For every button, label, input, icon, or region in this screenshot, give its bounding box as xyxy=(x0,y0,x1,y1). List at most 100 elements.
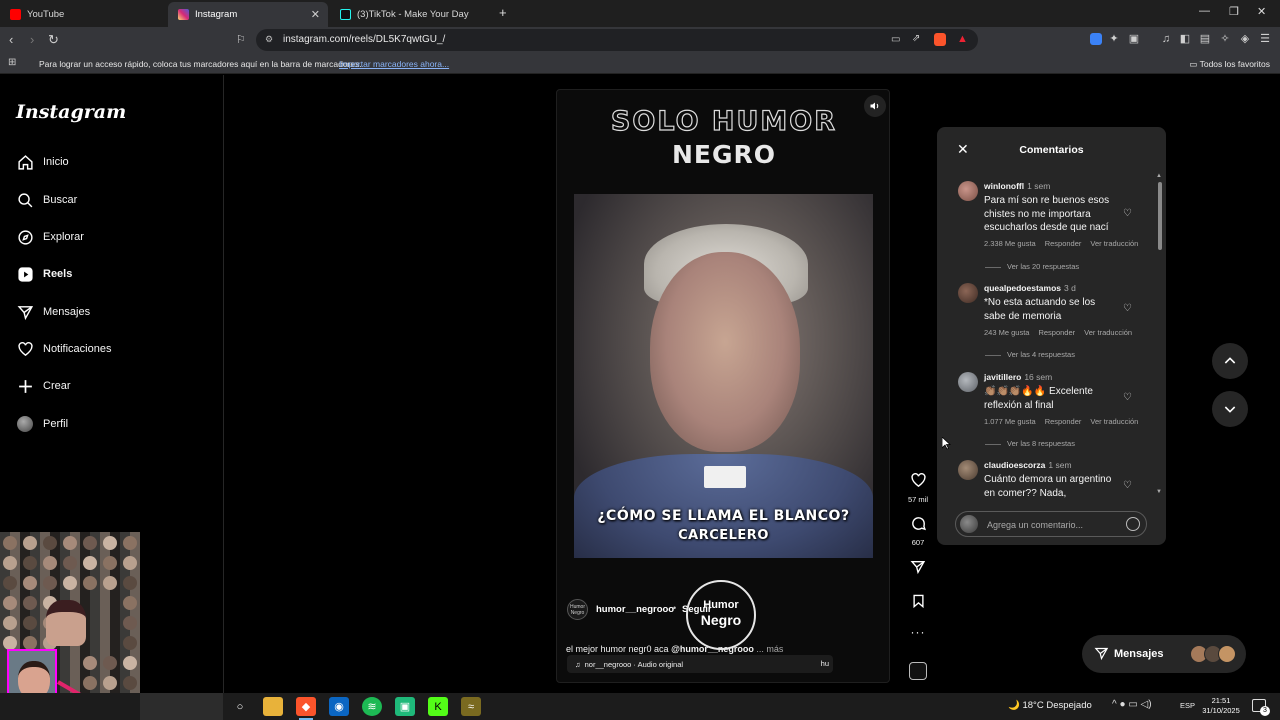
file-explorer-icon[interactable] xyxy=(263,697,283,716)
comments-scrollbar[interactable] xyxy=(1158,182,1162,250)
kick-icon[interactable]: K xyxy=(428,697,448,716)
translate-button[interactable]: Ver traducción xyxy=(1084,328,1132,337)
minimize-icon[interactable]: — xyxy=(1199,5,1210,17)
back-icon[interactable]: ‹ xyxy=(9,32,13,47)
mute-button[interactable] xyxy=(864,95,886,117)
sidebar-item-inicio[interactable]: Inicio xyxy=(16,150,69,174)
translate-button[interactable]: Ver traducción xyxy=(1090,417,1138,426)
youtube-icon xyxy=(10,9,21,20)
close-window-icon[interactable]: ✕ xyxy=(1257,5,1266,18)
comment-like-icon[interactable]: ♡ xyxy=(1123,208,1132,219)
comments-title: Comentarios xyxy=(1019,144,1084,156)
brave-icon[interactable]: ◆ xyxy=(296,697,316,720)
comment-like-icon[interactable]: ♡ xyxy=(1123,480,1132,491)
comment-author[interactable]: quealpedoestamos 3 d xyxy=(984,283,1076,293)
brave-shield-icon[interactable] xyxy=(934,33,946,46)
commenter-avatar[interactable] xyxy=(958,460,978,480)
leo-ai-icon[interactable]: ✧ xyxy=(1219,33,1231,45)
reply-button[interactable]: Responder xyxy=(1045,417,1082,426)
comment-input[interactable] xyxy=(987,517,1122,532)
taskbar-search[interactable] xyxy=(140,693,223,720)
close-tab-icon[interactable]: ✕ xyxy=(311,8,320,21)
comment-likes[interactable]: 1.077 Me gusta xyxy=(984,417,1036,426)
vpn-icon[interactable]: ◈ xyxy=(1239,33,1251,45)
scroll-up-arrow-icon[interactable]: ▲ xyxy=(1156,173,1162,179)
task-view-icon[interactable]: ○ xyxy=(230,697,250,716)
site-info-icon[interactable]: ⚙ xyxy=(265,34,273,45)
view-replies-button[interactable]: Ver las 20 respuestas xyxy=(985,262,1079,271)
comment-author[interactable]: javitillero 16 sem xyxy=(984,372,1052,382)
caption-more-link[interactable]: ... más xyxy=(754,644,783,654)
previous-reel-button[interactable] xyxy=(1212,343,1248,379)
new-tab-button[interactable]: + xyxy=(499,5,507,20)
bookmark-icon[interactable]: ⚐ xyxy=(236,33,246,46)
apps-grid-icon[interactable]: ⊞ xyxy=(8,57,16,68)
like-button[interactable]: 57 mil xyxy=(905,472,931,504)
import-bookmarks-link[interactable]: Importar marcadores ahora... xyxy=(339,59,449,69)
reload-icon[interactable]: ↻ xyxy=(48,32,59,48)
media-icon[interactable]: ♫ xyxy=(1160,33,1172,45)
app-icon[interactable]: ▣ xyxy=(395,697,415,716)
commenter-avatar[interactable] xyxy=(958,283,978,303)
commenter-avatar[interactable] xyxy=(958,181,978,201)
comment-author[interactable]: claudioescorza 1 sem xyxy=(984,460,1072,470)
comment-author[interactable]: winlonoffl 1 sem xyxy=(984,181,1050,191)
share-button[interactable] xyxy=(905,559,931,580)
cast-icon[interactable]: ▭ xyxy=(891,34,900,45)
restore-icon[interactable]: ❐ xyxy=(1229,5,1239,18)
audio-track[interactable]: ♫ nor__negrooo · Audio original hu xyxy=(567,655,833,673)
view-replies-button[interactable]: Ver las 8 respuestas xyxy=(985,439,1075,448)
brave-rewards-icon[interactable]: ▲ xyxy=(957,33,968,45)
messages-button[interactable]: Mensajes xyxy=(1082,635,1246,673)
comment-likes[interactable]: 243 Me gusta xyxy=(984,328,1029,337)
url-bar[interactable]: ⚙ instagram.com/reels/DL5K7qwtGU_/ ▭ ⇗ ▲ xyxy=(256,29,978,51)
emoji-icon[interactable] xyxy=(1126,517,1140,531)
scroll-down-arrow-icon[interactable]: ▼ xyxy=(1156,489,1162,495)
reply-button[interactable]: Responder xyxy=(1045,239,1082,248)
sidebar-item-crear[interactable]: Crear xyxy=(16,374,71,398)
reply-button[interactable]: Responder xyxy=(1038,328,1075,337)
clock[interactable]: 21:51 31/10/2025 xyxy=(1199,696,1243,716)
sidebar-icon[interactable]: ◧ xyxy=(1179,33,1191,45)
sidebar-item-buscar[interactable]: Buscar xyxy=(16,188,77,212)
extensions-icon[interactable]: ✦ xyxy=(1108,33,1120,45)
tab-youtube[interactable]: YouTube xyxy=(0,2,168,27)
instagram-logo[interactable]: Instagram xyxy=(16,101,126,123)
extension-badge-icon[interactable] xyxy=(1090,33,1102,45)
commenter-avatar[interactable] xyxy=(958,372,978,392)
sidebar-item-reels[interactable]: Reels xyxy=(16,262,72,286)
view-replies-button[interactable]: Ver las 4 respuestas xyxy=(985,350,1075,359)
sidebar-item-perfil[interactable]: Perfil xyxy=(16,412,68,436)
translate-button[interactable]: Ver traducción xyxy=(1090,239,1138,248)
system-tray[interactable]: ^ ● ▭ ◁) xyxy=(1112,699,1152,710)
more-options-icon[interactable]: ··· xyxy=(905,625,931,639)
language-indicator[interactable]: ESP xyxy=(1180,701,1195,710)
wallet-icon[interactable]: ▤ xyxy=(1199,33,1211,45)
app-icon[interactable]: ≈ xyxy=(461,697,481,716)
screenshot-icon[interactable]: ▣ xyxy=(1128,33,1140,45)
sidebar-item-mensajes[interactable]: Mensajes xyxy=(16,300,90,324)
all-favorites-button[interactable]: ▭ Todos los favoritos xyxy=(1189,59,1270,70)
weather-widget[interactable]: 🌙 18°C Despejado xyxy=(1008,700,1092,711)
webcam-mosaic-tile xyxy=(123,576,137,590)
comment-like-icon[interactable]: ♡ xyxy=(1123,303,1132,314)
tab-tiktok[interactable]: (3)TikTok - Make Your Day xyxy=(330,2,490,27)
next-reel-button[interactable] xyxy=(1212,391,1248,427)
audio-thumbnail[interactable] xyxy=(905,662,931,685)
comment-like-icon[interactable]: ♡ xyxy=(1123,392,1132,403)
tab-instagram[interactable]: Instagram ✕ xyxy=(168,2,328,27)
notification-center-icon[interactable]: 3 xyxy=(1252,699,1270,716)
instagram-page: Instagram Inicio Buscar Explorar Reels M… xyxy=(0,75,1280,693)
edge-icon[interactable]: ◉ xyxy=(329,697,349,716)
menu-icon[interactable]: ☰ xyxy=(1259,33,1271,45)
share-icon[interactable]: ⇗ xyxy=(912,33,920,44)
sidebar-item-notificaciones[interactable]: Notificaciones xyxy=(16,337,111,361)
save-button[interactable] xyxy=(905,593,931,614)
forward-icon[interactable]: › xyxy=(30,32,34,47)
spotify-icon[interactable]: ≋ xyxy=(362,697,382,716)
sidebar-item-explorar[interactable]: Explorar xyxy=(16,225,84,249)
comment-likes[interactable]: 2.338 Me gusta xyxy=(984,239,1036,248)
comment-button[interactable]: 607 xyxy=(905,515,931,547)
author-avatar[interactable]: Humor Negro xyxy=(567,599,588,620)
author-name[interactable]: humor__negrooo xyxy=(596,604,674,615)
